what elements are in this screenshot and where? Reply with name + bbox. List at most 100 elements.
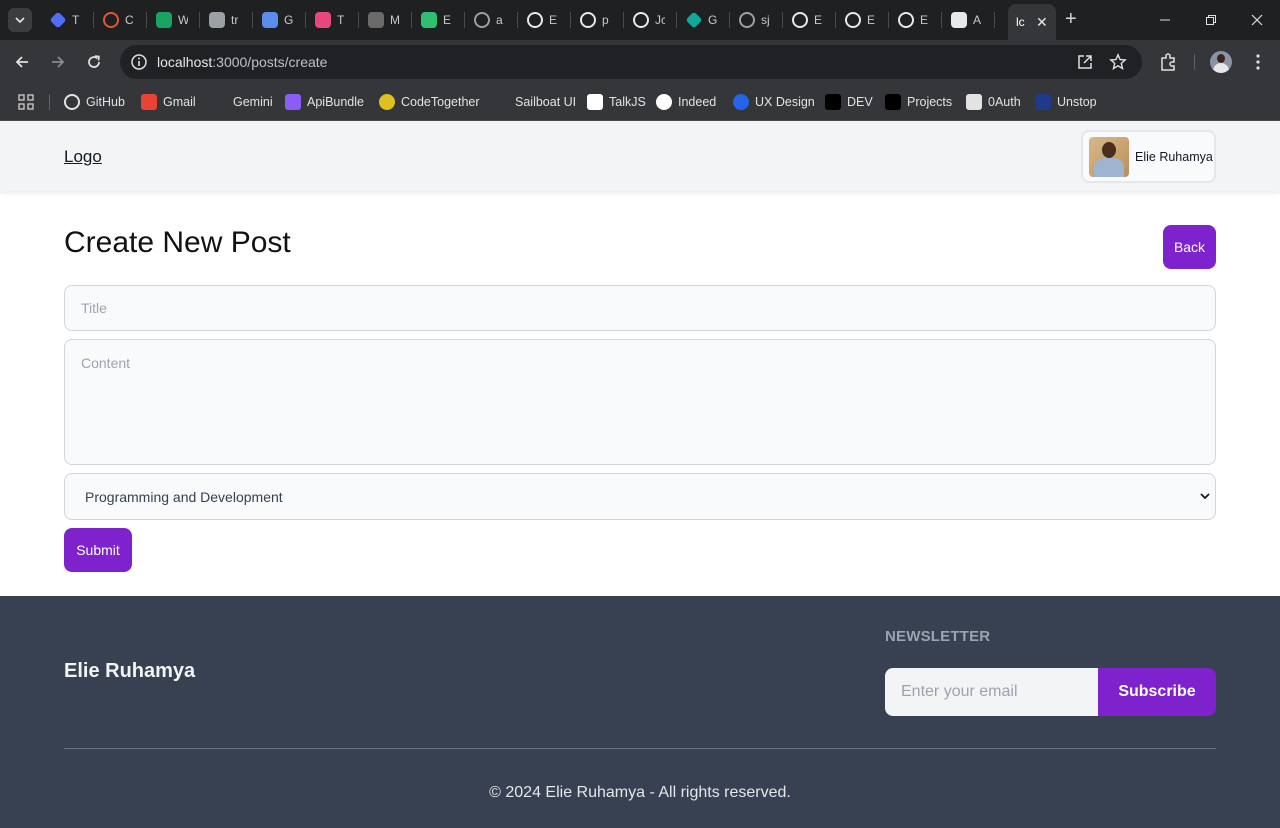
address-bar[interactable]: localhost:3000/posts/create: [120, 45, 1142, 79]
tab-separator: [93, 12, 94, 28]
globe-icon: [739, 12, 755, 28]
browser-tab[interactable]: G: [678, 8, 718, 32]
ring-icon: [103, 12, 119, 28]
browser-tab[interactable]: G: [254, 8, 294, 32]
diamond-blue-icon: [49, 11, 67, 29]
browser-tab[interactable]: E: [890, 8, 930, 32]
tab-separator: [358, 12, 359, 28]
bookmarks-bar: GitHub Gmail Gemini ApiBundle CodeTogether Sa…: [0, 84, 1280, 121]
arrow-right-icon: [52, 56, 65, 68]
copyright-text: © 2024 Elie Ruhamya - All rights reserve…: [489, 784, 791, 801]
github-icon: [792, 12, 808, 28]
extensions-icon[interactable]: [1158, 52, 1178, 72]
toolbar-divider: [1194, 54, 1195, 70]
browser-tab[interactable]: a: [466, 8, 506, 32]
bookmark-label: 0Auth: [988, 95, 1021, 109]
url-text[interactable]: localhost:3000/posts/create: [157, 54, 327, 70]
browser-tab[interactable]: E: [519, 8, 559, 32]
url-path: :3000/posts/create: [212, 54, 328, 70]
category-select[interactable]: Programming and Development: [64, 473, 1216, 520]
browser-tab[interactable]: T: [42, 8, 82, 32]
tab-label: Jc: [655, 13, 665, 27]
reload-button[interactable]: [82, 50, 106, 74]
browser-tab[interactable]: p: [572, 8, 612, 32]
browser-tab[interactable]: T: [307, 8, 347, 32]
bookmark-label: Gmail: [163, 95, 196, 109]
profile-avatar[interactable]: [1210, 51, 1232, 73]
newsletter-email-input[interactable]: [885, 668, 1099, 716]
back-nav-button[interactable]: [10, 50, 34, 74]
browser-tab[interactable]: E: [413, 8, 453, 32]
tab-label: E: [549, 13, 558, 27]
browser-tab[interactable]: tr: [201, 8, 241, 32]
bookmark-item[interactable]: GitHub: [64, 93, 125, 111]
browser-tab[interactable]: C: [95, 8, 135, 32]
bookmark-item[interactable]: Gemini: [211, 93, 273, 111]
avatar: [1089, 136, 1129, 177]
bookmark-item[interactable]: 0Auth: [966, 93, 1021, 111]
bookmark-item[interactable]: Sailboat UI: [493, 93, 576, 111]
browser-tab-strip: T C Wtr G T M Ea Ep Jc Gsj E E E A lc ✕ +: [0, 0, 1280, 40]
browser-tab[interactable]: A: [943, 8, 983, 32]
bookmark-item[interactable]: Unstop: [1035, 93, 1097, 111]
github-icon: [845, 12, 861, 28]
bookmark-item[interactable]: DEV: [825, 93, 873, 111]
bookmarks-divider: [49, 94, 50, 110]
close-window-button[interactable]: [1234, 0, 1280, 40]
restore-button[interactable]: [1188, 0, 1234, 40]
site-footer: Elie Ruhamya NEWSLETTER Subscribe © 2024…: [0, 596, 1280, 828]
github-icon: [898, 12, 914, 28]
dev-icon: [885, 94, 901, 110]
submit-button[interactable]: Submit: [64, 528, 132, 572]
tab-label: lc: [1016, 15, 1025, 29]
site-info-icon[interactable]: [130, 53, 148, 71]
subscribe-button[interactable]: Subscribe: [1098, 668, 1216, 716]
bookmark-label: Unstop: [1057, 95, 1097, 109]
bookmark-label: Projects: [907, 95, 953, 109]
shield-icon: [951, 12, 967, 28]
browser-tab[interactable]: M: [360, 8, 400, 32]
translate-icon: [209, 12, 225, 28]
tab-label: sj: [761, 13, 770, 27]
tab-separator: [570, 12, 571, 28]
new-tab-button[interactable]: +: [1065, 9, 1077, 29]
browser-tab[interactable]: W: [148, 8, 188, 32]
bookmark-label: Sailboat UI: [515, 95, 577, 109]
browser-tab[interactable]: Jc: [625, 8, 665, 32]
globe-icon: [474, 12, 490, 28]
browser-tab[interactable]: sj: [731, 8, 771, 32]
bookmark-label: ApiBundle: [307, 95, 364, 109]
browser-tab[interactable]: E: [784, 8, 824, 32]
forward-nav-button[interactable]: [46, 50, 70, 74]
content-textarea[interactable]: [64, 339, 1216, 465]
bookmark-item[interactable]: TalkJS: [587, 93, 646, 111]
bookmark-item[interactable]: CodeTogether: [379, 93, 480, 111]
apps-grid-icon[interactable]: [18, 94, 34, 110]
bookmark-item[interactable]: ApiBundle: [285, 93, 364, 111]
tab-search-button[interactable]: [8, 8, 32, 32]
more-menu-icon[interactable]: [1248, 52, 1268, 72]
tab-separator: [464, 12, 465, 28]
tab-separator: [994, 12, 995, 28]
tab-label: T: [337, 13, 345, 27]
bookmark-item[interactable]: Projects: [885, 93, 952, 111]
bookmark-item[interactable]: Gmail: [141, 93, 196, 111]
gemini-icon: [211, 94, 227, 110]
clickup-icon: [315, 12, 331, 28]
minimize-button[interactable]: [1142, 0, 1188, 40]
close-icon[interactable]: ✕: [1036, 14, 1048, 31]
tab-label: W: [178, 13, 188, 27]
bookmark-item[interactable]: UX Design: [733, 93, 815, 111]
bookmark-item[interactable]: Indeed: [656, 93, 716, 111]
logo-link[interactable]: Logo: [64, 147, 102, 167]
user-profile-chip[interactable]: Elie Ruhamya: [1081, 130, 1216, 183]
tab-separator: [146, 12, 147, 28]
uxdesign-icon: [733, 94, 749, 110]
browser-tab[interactable]: E: [837, 8, 877, 32]
back-button[interactable]: Back: [1163, 225, 1216, 269]
bookmark-star-icon[interactable]: [1109, 53, 1127, 71]
title-input[interactable]: [64, 285, 1216, 331]
tab-active[interactable]: lc ✕: [1008, 4, 1056, 40]
open-in-app-icon[interactable]: [1076, 53, 1094, 71]
tab-label: a: [496, 13, 503, 27]
